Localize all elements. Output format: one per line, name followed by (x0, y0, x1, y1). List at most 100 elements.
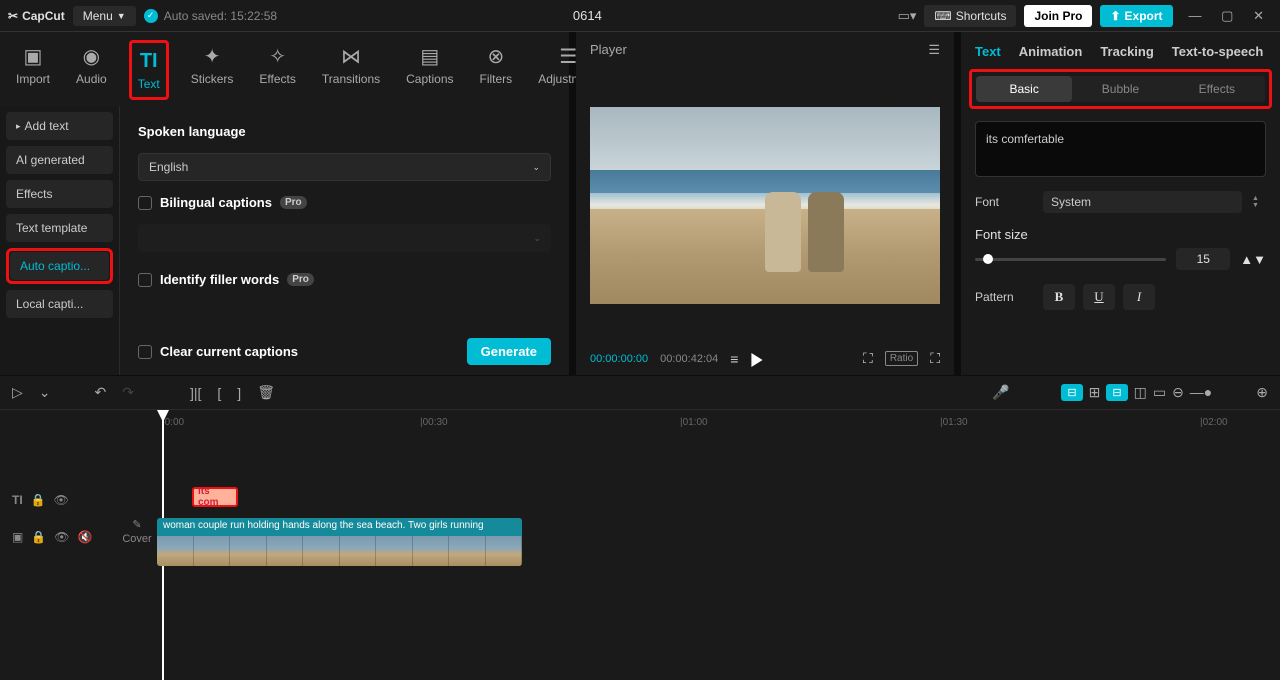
underline-button[interactable]: U (1083, 284, 1115, 310)
eye-icon[interactable]: 👁 (54, 530, 69, 544)
video-track-icon: ▣ (12, 530, 23, 544)
tool-chevron[interactable]: ⌄ (39, 384, 51, 401)
sub-tab-bubble[interactable]: Bubble (1072, 76, 1168, 102)
close-button[interactable]: ✕ (1245, 4, 1272, 27)
lock-icon[interactable]: 🔒 (31, 493, 46, 507)
highlight-sub-tabs: Basic Bubble Effects (969, 69, 1272, 109)
filler-checkbox[interactable] (138, 273, 152, 287)
export-button[interactable]: ⬆ Export (1100, 5, 1172, 27)
hamburger-icon[interactable]: ☰ (928, 42, 940, 58)
delete-tool[interactable]: 🗑 (257, 384, 275, 401)
tab-import[interactable]: ▣Import (12, 40, 54, 90)
tab-effects[interactable]: ✧Effects (255, 40, 299, 90)
split-left-tool[interactable]: [ (217, 385, 221, 401)
shortcuts-button[interactable]: ⌨ Shortcuts (924, 5, 1016, 27)
bilingual-checkbox[interactable] (138, 196, 152, 210)
zoom-fit-button[interactable]: ⊕ (1256, 384, 1268, 401)
split-tool[interactable]: ]|[ (190, 385, 201, 401)
fontsize-slider[interactable] (975, 258, 1166, 261)
titlebar: ✂ CapCut Menu ▼ ✓ Auto saved: 15:22:58 0… (0, 0, 1280, 32)
mute-icon[interactable]: 🔇 (78, 530, 93, 544)
sub-tab-effects[interactable]: Effects (1169, 76, 1265, 102)
lock-icon[interactable]: 🔒 (31, 530, 46, 544)
list-icon[interactable]: ≡ (730, 351, 738, 367)
maximize-button[interactable]: ▢ (1213, 4, 1241, 27)
export-label: Export (1125, 9, 1163, 23)
clear-captions-label: Clear current captions (160, 344, 298, 359)
inspector-tab-tts[interactable]: Text-to-speech (1172, 44, 1264, 59)
tab-audio[interactable]: ◉Audio (72, 40, 111, 90)
list-item-effects[interactable]: Effects (6, 180, 113, 208)
layout-icon[interactable]: ▭▾ (898, 8, 917, 24)
list-item-ai-generated[interactable]: AI generated (6, 146, 113, 174)
menu-button[interactable]: Menu ▼ (73, 6, 136, 26)
adjustment-icon: ☰ (559, 44, 577, 68)
scan-icon[interactable]: ⛶ (863, 350, 873, 367)
fullscreen-icon[interactable]: ⛶ (930, 350, 940, 367)
zoom-out-button[interactable]: ⊖ (1172, 384, 1184, 401)
ratio-button[interactable]: Ratio (885, 351, 918, 366)
bilingual-language-select: ⌄ (138, 224, 551, 252)
ruler-mark: |01:30 (940, 417, 968, 428)
captions-icon: ▤ (420, 44, 439, 68)
track-tool[interactable]: ◫ (1134, 384, 1147, 401)
sub-tab-basic[interactable]: Basic (976, 76, 1072, 102)
tab-stickers[interactable]: ✦Stickers (187, 40, 238, 90)
fontsize-label: Font size (975, 227, 1266, 242)
list-item-add-text[interactable]: ▸Add text (6, 112, 113, 140)
cover-button[interactable]: ✎ Cover (117, 518, 157, 545)
play-button[interactable] (750, 350, 764, 366)
video-preview[interactable] (590, 107, 940, 304)
inspector-tab-text[interactable]: Text (975, 44, 1001, 59)
caption-clip[interactable]: its com (192, 487, 238, 507)
tab-transitions[interactable]: ⋈Transitions (318, 40, 384, 90)
list-item-auto-captions[interactable]: Auto captio... (10, 252, 109, 280)
join-pro-button[interactable]: Join Pro (1024, 5, 1092, 27)
list-item-local-captions[interactable]: Local capti... (6, 290, 113, 318)
timeline-ruler[interactable]: |0:00 |00:30 |01:00 |01:30 |02:00 (0, 410, 1280, 434)
video-clip-label: woman couple run holding hands along the… (157, 518, 522, 536)
video-clip[interactable]: woman couple run holding hands along the… (157, 518, 522, 566)
font-select[interactable]: System (1043, 191, 1242, 213)
tab-text-label: Text (138, 77, 160, 91)
snap-toggle[interactable]: ⊟ (1061, 384, 1082, 401)
inspector-tab-tracking[interactable]: Tracking (1100, 44, 1153, 59)
split-right-tool[interactable]: ] (237, 385, 241, 401)
zoom-slider[interactable]: —● (1190, 384, 1212, 401)
inspector-panel: Text Animation Tracking Text-to-speech B… (961, 32, 1280, 375)
list-item-text-template[interactable]: Text template (6, 214, 113, 242)
font-stepper[interactable]: ▲▼ (1252, 195, 1266, 209)
inspector-tab-animation[interactable]: Animation (1019, 44, 1083, 59)
timeline-tracks[interactable]: TI 🔒 👁 its com ▣ 🔒 👁 🔇 ✎ Cover (0, 434, 1280, 680)
ruler-mark: |02:00 (1200, 417, 1228, 428)
language-select[interactable]: English ⌄ (138, 153, 551, 181)
fontsize-value[interactable]: 15 (1176, 248, 1230, 270)
generate-button[interactable]: Generate (467, 338, 551, 365)
preview-tool[interactable]: ▭ (1153, 384, 1166, 401)
italic-button[interactable]: I (1123, 284, 1155, 310)
total-time: 00:00:42:04 (660, 353, 718, 365)
tab-text[interactable]: TIText (134, 45, 164, 95)
keyboard-icon: ⌨ (934, 9, 951, 23)
eye-icon[interactable]: 👁 (54, 493, 69, 507)
fontsize-stepper[interactable]: ▲▼ (1240, 252, 1266, 267)
tab-captions[interactable]: ▤Captions (402, 40, 457, 90)
bold-button[interactable]: B (1043, 284, 1075, 310)
audio-icon: ◉ (83, 44, 100, 68)
clear-captions-checkbox[interactable] (138, 345, 152, 359)
text-category-list: ▸Add text AI generated Effects Text temp… (0, 106, 120, 375)
minimize-button[interactable]: — (1181, 4, 1210, 27)
language-value: English (149, 160, 188, 174)
align-tool[interactable]: ⊞ (1089, 384, 1101, 401)
mic-icon[interactable]: 🎤 (992, 384, 1009, 401)
link-toggle[interactable]: ⊟ (1106, 384, 1127, 401)
redo-button[interactable]: ↷ (122, 384, 134, 401)
caption-text-input[interactable]: its comfertable (975, 121, 1266, 177)
undo-button[interactable]: ↶ (95, 384, 107, 401)
window-controls: — ▢ ✕ (1181, 8, 1272, 24)
caption-track: TI 🔒 👁 its com (12, 484, 1280, 516)
tab-filters[interactable]: ⊗Filters (476, 40, 517, 90)
cursor-tool[interactable]: ▷ (12, 384, 23, 401)
autosave-status: ✓ Auto saved: 15:22:58 (144, 9, 277, 23)
shortcuts-label: Shortcuts (956, 9, 1007, 23)
